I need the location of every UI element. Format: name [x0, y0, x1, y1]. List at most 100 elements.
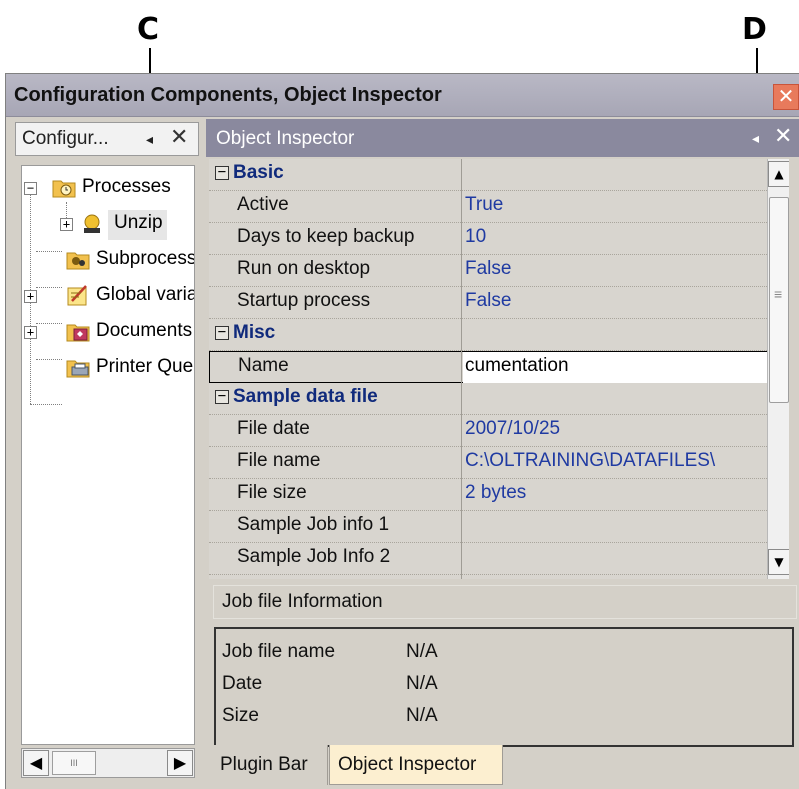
left-panel-pin-arrow-icon[interactable]: ◂ [146, 131, 153, 148]
property-row-name[interactable]: Name cumentation [209, 351, 768, 383]
tree-item-documents[interactable]: + Documents [22, 318, 194, 348]
collapse-icon[interactable]: − [215, 165, 229, 180]
property-row-file-date[interactable]: File date 2007/10/25 [209, 415, 767, 447]
property-grid-vertical-scrollbar[interactable]: ▲ ≡ ▼ [767, 159, 789, 579]
tree-item-global-variables[interactable]: + Global variables [22, 282, 194, 312]
property-row-startup-process[interactable]: Startup process False [209, 287, 767, 319]
job-info-header: Job file Information [213, 585, 797, 619]
property-row-days-to-keep-backup[interactable]: Days to keep backup 10 [209, 223, 767, 255]
property-value[interactable]: True [465, 194, 503, 216]
window-titlebar[interactable]: Configuration Components, Object Inspect… [6, 74, 799, 117]
property-name: Sample Job Info 2 [237, 546, 391, 567]
left-panel-close-icon[interactable]: ✕ [170, 125, 188, 150]
scroll-right-button[interactable]: ▶ [167, 750, 193, 776]
category-row-misc[interactable]: − Misc [209, 319, 767, 351]
property-value[interactable]: 2007/10/25 [465, 418, 560, 440]
category-row-sample-data-file[interactable]: − Sample data file [209, 383, 767, 415]
column-separator[interactable] [461, 159, 462, 579]
object-inspector-title: Object Inspector [216, 128, 355, 149]
tree-label: Processes [82, 176, 171, 197]
property-row-sample-job-info-1[interactable]: Sample Job info 1 [209, 511, 767, 543]
configuration-components-panel: Configur... ◂ ✕ − Processes + Unzip Subp… [6, 117, 202, 789]
printer-queues-icon [66, 360, 90, 378]
global-variables-icon [67, 285, 87, 306]
tree-label: Subprocesses [96, 248, 194, 269]
window-title: Configuration Components, Object Inspect… [14, 84, 442, 106]
object-inspector-panel: Object Inspector ◂ ✕ − Basic Active True… [206, 117, 799, 789]
job-info-label: Job file name [222, 641, 336, 662]
window-close-button[interactable]: ✕ [773, 84, 799, 110]
property-value[interactable]: False [465, 290, 511, 312]
tree-label: Global variables [96, 284, 194, 305]
property-value[interactable]: 2 bytes [465, 482, 526, 504]
configuration-tree: − Processes + Unzip Subproces + Global v… [21, 165, 195, 745]
tab-plugin-bar[interactable]: Plugin Bar [212, 745, 328, 785]
job-info-title: Job file Information [222, 591, 383, 612]
tree-label: Documents [96, 320, 193, 341]
documents-icon [66, 324, 90, 342]
property-grid: − Basic Active True Days to keep backup … [209, 159, 789, 579]
collapse-icon[interactable]: − [215, 325, 229, 340]
job-info-details: Job file name N/A Date N/A Size N/A [214, 627, 794, 747]
property-name: File name [237, 450, 321, 471]
property-row-file-size[interactable]: File size 2 bytes [209, 479, 767, 511]
configuration-window: Configuration Components, Object Inspect… [5, 73, 799, 789]
tree-label-selected: Unzip [108, 210, 167, 240]
scroll-left-button[interactable]: ◀ [23, 750, 49, 776]
property-row-active[interactable]: Active True [209, 191, 767, 223]
scroll-thumb[interactable]: ≡ [769, 197, 789, 403]
tree-label: Printer Queues [96, 356, 194, 377]
name-input-text[interactable]: cumentation [465, 355, 569, 377]
scroll-up-button[interactable]: ▲ [768, 161, 789, 187]
category-row-basic[interactable]: − Basic [209, 159, 767, 191]
object-inspector-close-icon[interactable]: ✕ [774, 124, 792, 149]
job-info-value: N/A [406, 673, 438, 694]
object-inspector-header[interactable]: Object Inspector ◂ ✕ [206, 119, 799, 157]
category-name: Sample data file [233, 386, 378, 407]
left-panel-header[interactable]: Configur... ◂ ✕ [15, 122, 199, 156]
collapse-icon[interactable]: − [215, 389, 229, 404]
processes-icon [52, 180, 76, 198]
expand-icon[interactable]: + [60, 218, 73, 231]
scroll-down-button[interactable]: ▼ [768, 549, 789, 575]
category-name: Basic [233, 162, 284, 183]
property-value[interactable]: 10 [465, 226, 486, 248]
property-row-file-name[interactable]: File name C:\OLTRAINING\DATAFILES\ [209, 447, 767, 479]
tree-connector [30, 404, 62, 405]
scroll-grip-icon: ≡ [774, 286, 783, 302]
expand-icon[interactable]: + [24, 290, 37, 303]
tab-object-inspector[interactable]: Object Inspector [329, 745, 503, 785]
scroll-thumb[interactable]: III [52, 751, 96, 775]
property-row-run-on-desktop[interactable]: Run on desktop False [209, 255, 767, 287]
property-name: Name [238, 355, 289, 376]
object-inspector-pin-arrow-icon[interactable]: ◂ [752, 130, 759, 147]
property-name: Days to keep backup [237, 226, 415, 247]
tree-item-subprocesses[interactable]: Subprocesses [22, 246, 194, 276]
property-value[interactable]: C:\OLTRAINING\DATAFILES\ [465, 450, 765, 472]
job-info-label: Date [222, 673, 263, 694]
tree-horizontal-scrollbar[interactable]: ◀ III ▶ [21, 748, 195, 778]
property-value[interactable]: False [465, 258, 511, 280]
job-file-information: Job file Information Job file name N/A D… [209, 581, 799, 757]
property-name: Sample Job info 1 [237, 514, 390, 535]
expand-icon[interactable]: + [24, 326, 37, 339]
property-name: File date [237, 418, 310, 439]
collapse-icon[interactable]: − [24, 182, 37, 195]
property-name: Startup process [237, 290, 371, 311]
process-icon [84, 214, 100, 233]
left-panel-title: Configur... [22, 128, 109, 149]
name-edit-field[interactable]: cumentation [463, 352, 768, 383]
callout-d: D [742, 12, 767, 47]
callout-c: C [137, 12, 160, 47]
property-row-sample-job-info-2[interactable]: Sample Job Info 2 [209, 543, 767, 575]
tree-item-processes[interactable]: − Processes [22, 174, 194, 204]
job-info-label: Size [222, 705, 259, 726]
property-name: Run on desktop [237, 258, 371, 279]
subprocesses-icon [66, 252, 90, 270]
job-info-value: N/A [406, 641, 438, 662]
panel-tabs: Plugin Bar Object Inspector [206, 745, 799, 789]
job-info-value: N/A [406, 705, 438, 726]
tree-item-unzip[interactable]: + Unzip [22, 210, 194, 240]
tree-item-printer-queues[interactable]: Printer Queues [22, 354, 194, 384]
category-name: Misc [233, 322, 276, 343]
